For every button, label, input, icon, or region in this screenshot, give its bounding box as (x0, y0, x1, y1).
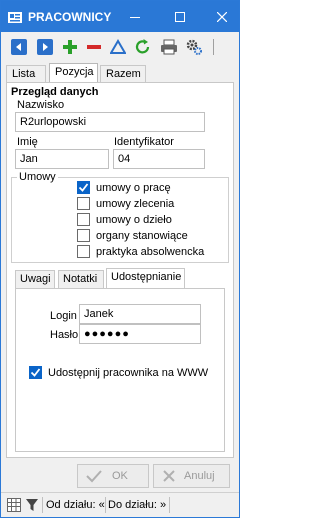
cancel-button[interactable]: Anuluj (153, 464, 230, 488)
maximize-icon (175, 11, 185, 22)
tab-label: Pozycja (55, 66, 94, 78)
main-tabs: Lista Pozycja Razem (1, 62, 239, 83)
minus-icon (87, 45, 101, 49)
arrow-right-icon (37, 39, 53, 55)
filter-icon[interactable] (25, 497, 39, 513)
checkbox-box (77, 197, 90, 210)
close-icon (217, 11, 227, 22)
previous-button[interactable] (10, 38, 28, 56)
status-separator (169, 497, 170, 513)
next-button[interactable] (36, 38, 54, 56)
status-separator (42, 497, 43, 513)
checkbox-label: umowy o dzieło (96, 213, 172, 226)
contract-internship-checkbox[interactable]: praktyka absolwencka (77, 244, 204, 259)
firstname-label: Imię (17, 136, 38, 148)
login-label: Login (50, 310, 77, 322)
checkbox-box (29, 366, 42, 379)
minimize-icon (130, 16, 140, 18)
from-department[interactable]: Od działu: « (46, 499, 105, 511)
maximize-button[interactable] (165, 1, 195, 32)
title-bar[interactable]: PRACOWNICY (1, 1, 239, 32)
checkbox-label: umowy o pracę (96, 181, 171, 194)
firstname-field[interactable]: Jan (15, 149, 109, 169)
tab-label: Razem (106, 68, 141, 80)
identifier-field[interactable]: 04 (113, 149, 205, 169)
delta-icon (110, 39, 126, 54)
subtab-notatki[interactable]: Notatki (58, 270, 104, 288)
contract-employment-checkbox[interactable]: umowy o pracę (77, 180, 171, 195)
refresh-icon (135, 39, 150, 54)
checkbox-box (77, 181, 90, 194)
toolbar-separator (213, 39, 214, 55)
subtab-uwagi[interactable]: Uwagi (15, 270, 55, 288)
subtab-label: Udostępnianie (111, 271, 182, 283)
contracts-group-title: Umowy (17, 171, 58, 183)
ok-button[interactable]: OK (77, 464, 149, 488)
close-button[interactable] (207, 1, 237, 32)
contract-work-checkbox[interactable]: umowy o dzieło (77, 212, 172, 227)
settings-icon (186, 39, 202, 55)
checkmark-icon (30, 368, 41, 377)
subtab-udostepnianie[interactable]: Udostępnianie (106, 268, 185, 288)
subtab-label: Notatki (63, 273, 98, 285)
close-icon (163, 470, 175, 482)
arrow-left-icon (11, 39, 27, 55)
add-button[interactable] (61, 38, 79, 56)
window: PRACOWNICY Lista Pozycja Razem Przegląd … (0, 0, 240, 518)
status-separator (105, 497, 106, 513)
tab-razem[interactable]: Razem (100, 65, 146, 83)
password-label: Hasło (50, 329, 79, 341)
cancel-label: Anuluj (184, 470, 215, 482)
window-title: PRACOWNICY (28, 10, 112, 24)
checkbox-box (77, 245, 90, 258)
delete-button[interactable] (85, 38, 103, 56)
ok-label: OK (112, 470, 128, 482)
checkbox-label: praktyka absolwencka (96, 245, 205, 258)
surname-label: Nazwisko (17, 99, 65, 111)
subtab-label: Uwagi (20, 273, 51, 285)
password-field[interactable]: ●●●●●● (79, 324, 201, 344)
contract-mandate-checkbox[interactable]: umowy zlecenia (77, 196, 174, 211)
checkbox-label: umowy zlecenia (96, 197, 175, 210)
surname-field[interactable]: R2urlopowski (15, 112, 205, 132)
contract-bodies-checkbox[interactable]: organy stanowiące (77, 228, 188, 243)
checkbox-box (77, 213, 90, 226)
table-icon[interactable] (7, 498, 21, 512)
checkmark-icon (78, 183, 89, 192)
minimize-button[interactable] (120, 1, 150, 32)
plus-icon (63, 40, 77, 54)
refresh-button[interactable] (134, 38, 152, 56)
tab-lista[interactable]: Lista (6, 65, 46, 83)
print-icon (161, 39, 177, 55)
tab-pozycja[interactable]: Pozycja (49, 63, 98, 83)
to-department[interactable]: Do działu: » (108, 499, 166, 511)
share-www-checkbox[interactable]: Udostępnij pracownika na WWW (29, 365, 208, 380)
checkbox-label: Udostępnij pracownika na WWW (48, 366, 209, 379)
checkmark-icon (86, 470, 102, 483)
filter-button[interactable] (109, 38, 127, 56)
print-button[interactable] (160, 38, 178, 56)
checkbox-label: organy stanowiące (96, 229, 188, 242)
identifier-label: Identyfikator (114, 136, 174, 148)
section-title: Przegląd danych (11, 86, 99, 98)
login-field[interactable]: Janek (79, 304, 201, 324)
checkbox-box (77, 229, 90, 242)
tab-label: Lista (12, 68, 36, 80)
app-icon (8, 12, 22, 23)
toolbar (1, 32, 239, 62)
settings-button[interactable] (185, 38, 203, 56)
status-bar: Od działu: « Do działu: » (1, 492, 239, 517)
